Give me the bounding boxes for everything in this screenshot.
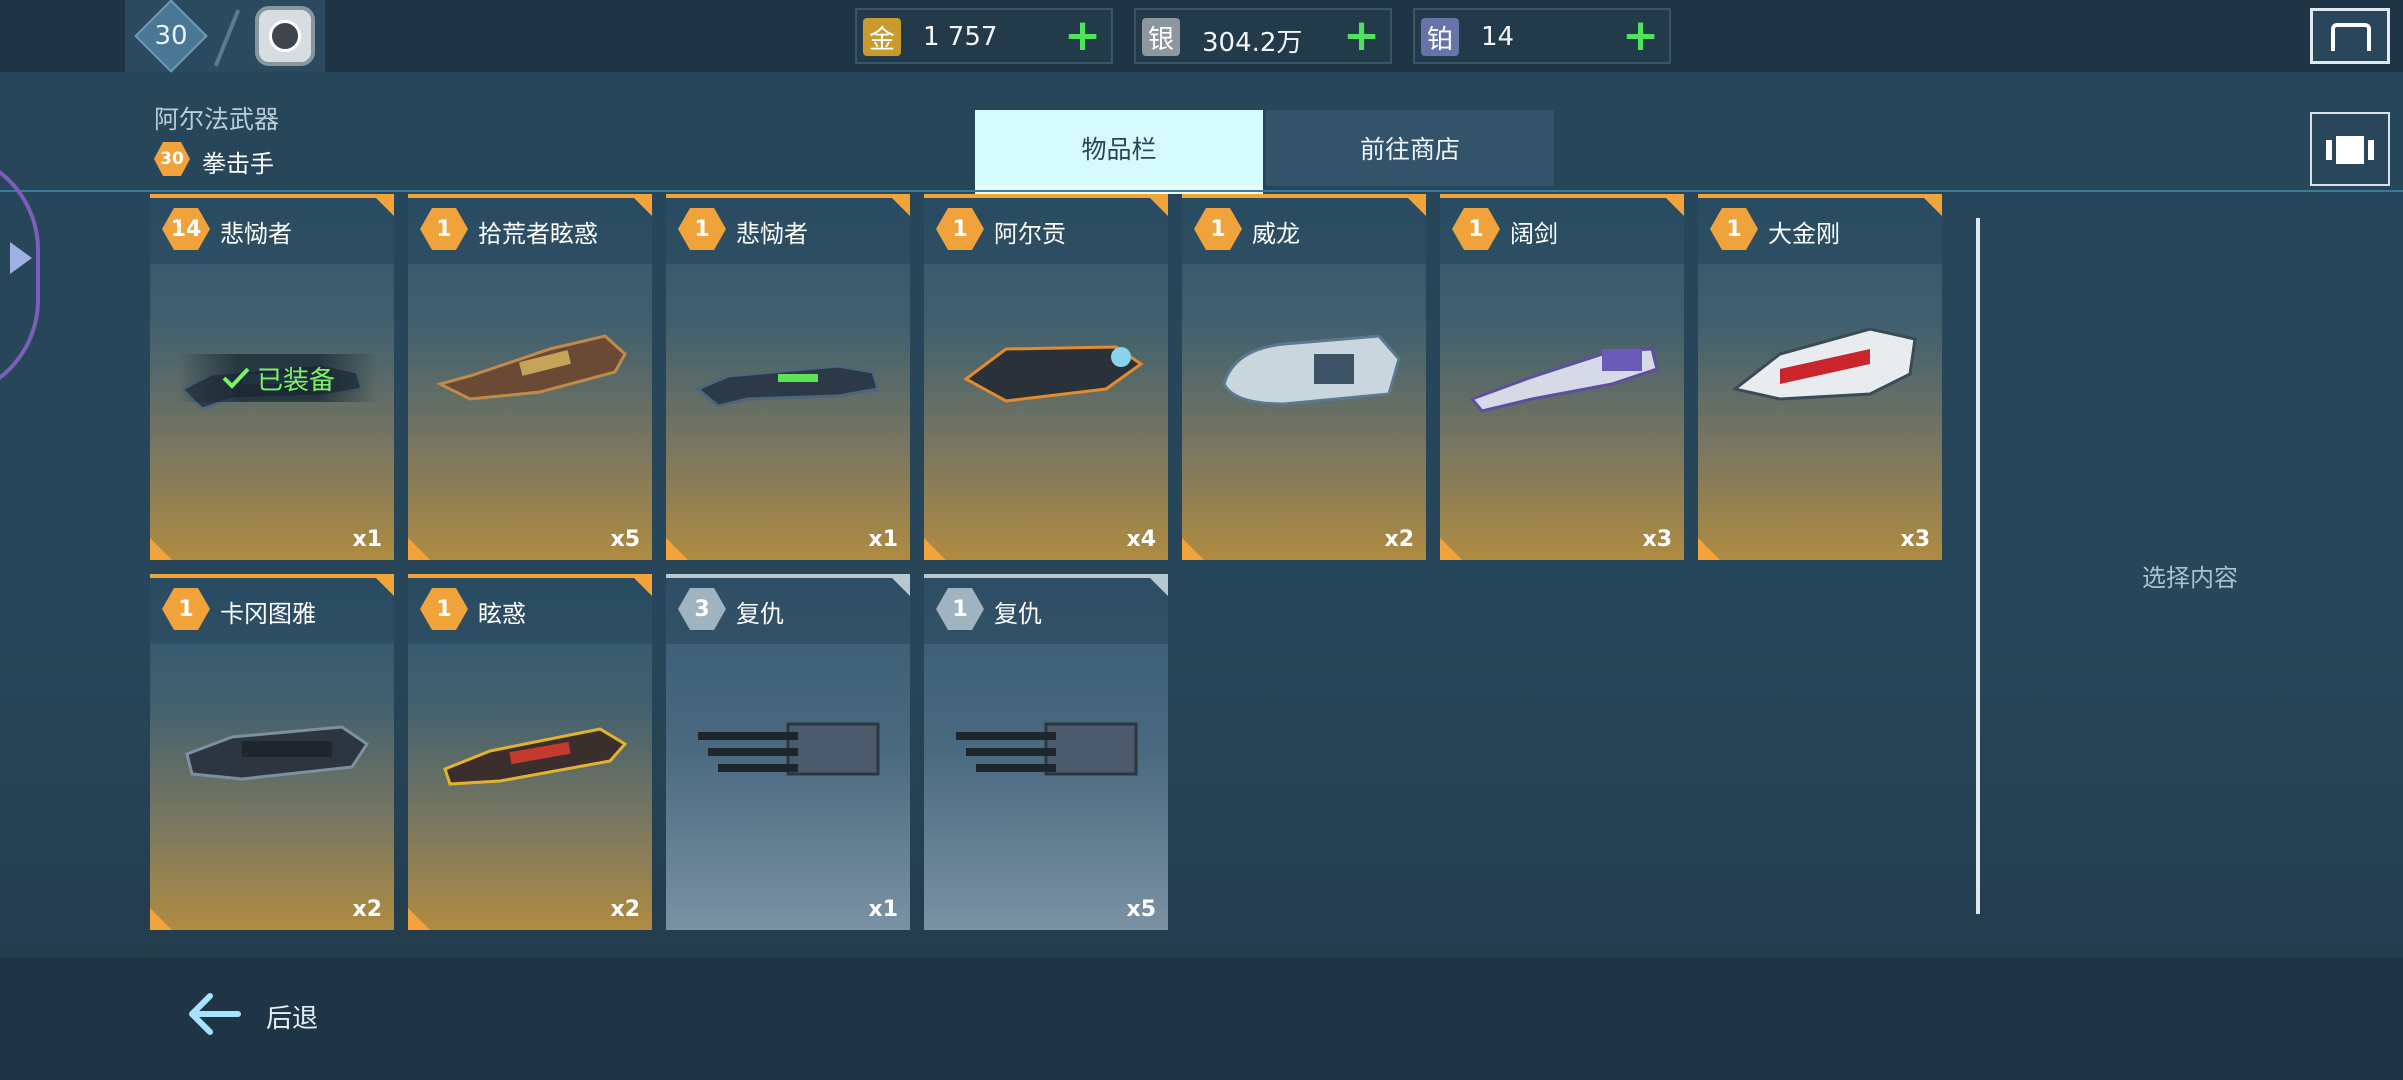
item-quantity: x3	[1900, 527, 1931, 552]
tab-go-to-shop[interactable]: 前往商店	[1266, 110, 1554, 186]
item-name: 大金刚	[1768, 220, 1840, 248]
item-name: 悲恸者	[736, 220, 808, 248]
tab-inventory[interactable]: 物品栏	[975, 110, 1263, 186]
weapon-image	[688, 704, 888, 804]
rank-icon[interactable]	[255, 6, 315, 66]
side-panel-edge	[0, 150, 40, 400]
item-quantity: x5	[610, 527, 641, 552]
back-button[interactable]: 后退	[266, 998, 318, 1035]
view-toggle-button[interactable]	[2310, 112, 2390, 186]
gold-icon: 金	[863, 18, 901, 56]
item-quantity: x2	[352, 897, 383, 922]
silver-currency: 银 304.2万 +	[1134, 8, 1392, 64]
weapon-image	[430, 314, 630, 424]
item-quantity: x2	[1384, 527, 1415, 552]
item-name: 眩惑	[478, 600, 526, 628]
silver-value: 304.2万	[1202, 28, 1303, 58]
player-info[interactable]: 30	[125, 0, 325, 73]
item-card[interactable]: 1 眩惑 x2	[408, 574, 652, 930]
inventory-grid: 14 悲恸者 已装备 x1 1 拾荒者眩惑 x5 1 悲恸者 x1 1 阿尔贡 …	[150, 194, 1950, 934]
add-silver-button[interactable]: +	[1343, 14, 1380, 58]
top-bar: 30 金 1 757 + 银 304.2万 + 铂 14 +	[0, 0, 2403, 73]
scrollbar[interactable]	[1976, 218, 1980, 914]
weapon-image	[430, 699, 630, 809]
item-name: 阔剑	[1510, 220, 1558, 248]
section-title: 阿尔法武器	[154, 105, 280, 134]
item-quantity: x3	[1642, 527, 1673, 552]
garage-button[interactable]	[2310, 8, 2390, 64]
subtype-level-badge: 30	[154, 142, 190, 176]
check-icon	[222, 367, 250, 389]
weapon-image	[946, 704, 1146, 804]
weapon-image	[946, 319, 1146, 429]
header-divider	[0, 190, 2403, 192]
silver-icon: 银	[1142, 18, 1180, 56]
detail-placeholder: 选择内容	[2142, 564, 2238, 592]
gold-currency: 金 1 757 +	[855, 8, 1113, 64]
subtype-label: 拳击手	[202, 150, 274, 178]
equipped-label: 已装备	[256, 365, 335, 396]
item-quantity: x4	[1126, 527, 1157, 552]
weapon-image	[172, 699, 372, 809]
item-name: 复仇	[736, 600, 784, 628]
item-quantity: x1	[868, 527, 899, 552]
item-name: 复仇	[994, 600, 1042, 628]
item-name: 威龙	[1252, 220, 1300, 248]
carousel-icon	[2336, 136, 2364, 164]
item-card[interactable]: 1 威龙 x2	[1182, 194, 1426, 560]
platinum-icon: 铂	[1421, 18, 1459, 56]
item-name: 阿尔贡	[994, 220, 1066, 248]
side-panel-open-arrow-icon[interactable]	[10, 242, 32, 274]
item-card[interactable]: 1 大金刚 x3	[1698, 194, 1942, 560]
equipped-badge: 已装备	[178, 354, 378, 402]
item-quantity: x1	[868, 897, 899, 922]
footer-bar	[0, 958, 2403, 1080]
item-name: 卡冈图雅	[220, 600, 316, 628]
divider	[213, 9, 241, 67]
item-card[interactable]: 3 复仇 x1	[666, 574, 910, 930]
item-card[interactable]: 1 复仇 x5	[924, 574, 1168, 930]
item-name: 拾荒者眩惑	[478, 220, 598, 248]
platinum-currency: 铂 14 +	[1413, 8, 1671, 64]
gold-value: 1 757	[923, 22, 998, 52]
player-level: 30	[154, 21, 188, 51]
item-card[interactable]: 1 阔剑 x3	[1440, 194, 1684, 560]
add-platinum-button[interactable]: +	[1622, 14, 1659, 58]
weapon-image	[1204, 314, 1404, 434]
weapon-image	[1720, 309, 1920, 429]
weapon-image	[688, 334, 888, 424]
item-card[interactable]: 1 卡冈图雅 x2	[150, 574, 394, 930]
back-arrow-icon[interactable]	[186, 992, 242, 1036]
item-card[interactable]: 1 悲恸者 x1	[666, 194, 910, 560]
garage-icon	[2331, 23, 2371, 51]
item-card[interactable]: 14 悲恸者 已装备 x1	[150, 194, 394, 560]
item-card[interactable]: 1 阿尔贡 x4	[924, 194, 1168, 560]
item-quantity: x1	[352, 527, 383, 552]
weapon-image	[1462, 319, 1662, 429]
item-quantity: x5	[1126, 897, 1157, 922]
add-gold-button[interactable]: +	[1064, 14, 1101, 58]
platinum-value: 14	[1481, 22, 1515, 52]
item-card[interactable]: 1 拾荒者眩惑 x5	[408, 194, 652, 560]
item-quantity: x2	[610, 897, 641, 922]
item-name: 悲恸者	[220, 220, 292, 248]
